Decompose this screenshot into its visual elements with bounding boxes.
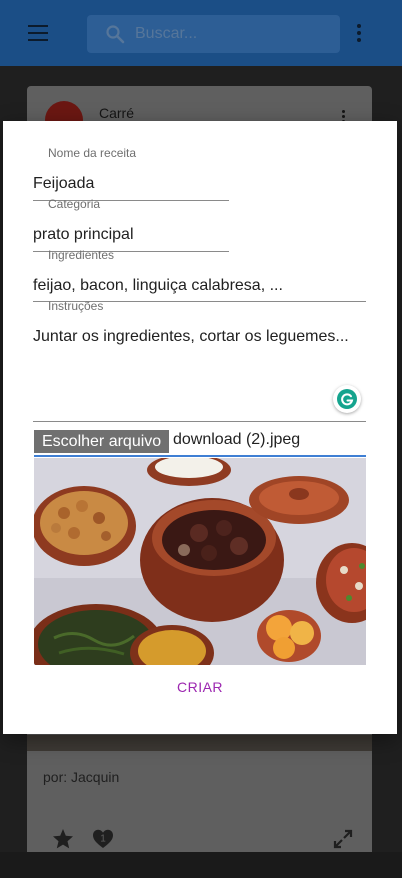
choose-file-button[interactable]: Escolher arquivo: [34, 430, 170, 453]
file-name: download (2).jpeg: [173, 431, 301, 448]
recipe-card-author: por: Jacquin: [43, 769, 120, 785]
instructions-textarea[interactable]: Juntar os ingredientes, cortar os leguem…: [33, 328, 349, 346]
recipe-card-title: Carré: [99, 105, 135, 121]
card-more-icon[interactable]: [342, 110, 346, 123]
file-input[interactable]: Escolher arquivo download (2).jpeg: [34, 429, 366, 457]
grammarly-icon[interactable]: [333, 385, 361, 413]
recipe-name-input[interactable]: Feijoada: [33, 175, 94, 193]
search-input[interactable]: [135, 15, 330, 53]
ingredients-input[interactable]: feijao, bacon, linguiça calabresa, ...: [33, 277, 283, 295]
star-icon[interactable]: [52, 828, 74, 850]
bottom-bar: [0, 852, 402, 878]
instructions-label: Instruções: [48, 299, 104, 313]
heart-icon[interactable]: 1: [92, 828, 114, 850]
search-icon: [106, 25, 125, 44]
category-input[interactable]: prato principal: [33, 226, 134, 244]
new-recipe-dialog: Nome da receita Feijoada Categoria prato…: [3, 121, 397, 734]
menu-icon[interactable]: [28, 25, 48, 41]
recipe-image-preview: [34, 458, 366, 665]
recipe-card-image: [27, 735, 372, 751]
more-vert-icon[interactable]: [356, 24, 362, 42]
create-button[interactable]: CRIAR: [163, 674, 237, 700]
app-bar: [0, 0, 402, 66]
ingredients-label: Ingredientes: [48, 248, 115, 262]
recipe-name-label: Nome da receita: [48, 146, 137, 160]
category-label: Categoria: [48, 197, 101, 211]
instructions-underline: [33, 421, 366, 422]
expand-icon[interactable]: [333, 829, 353, 849]
search-box[interactable]: [87, 15, 340, 53]
heart-count: 1: [100, 834, 106, 845]
